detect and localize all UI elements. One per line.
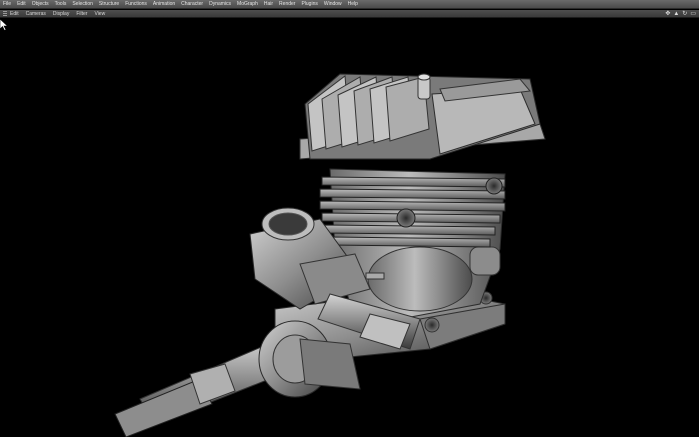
menu-plugins[interactable]: Plugins <box>301 0 317 9</box>
viewport-menubar: Edit Cameras Display Filter View ✥ ▲ ↻ ▭ <box>0 10 699 18</box>
main-menubar: File Edit Objects Tools Selection Struct… <box>0 0 699 9</box>
viewport-nav-icons: ✥ ▲ ↻ ▭ <box>665 10 696 18</box>
viewport-menu-display[interactable]: Display <box>53 10 69 18</box>
menu-help[interactable]: Help <box>348 0 358 9</box>
mouse-cursor-icon <box>0 19 8 31</box>
menu-selection[interactable]: Selection <box>72 0 93 9</box>
menu-structure[interactable]: Structure <box>99 0 119 9</box>
menu-file[interactable]: File <box>3 0 11 9</box>
menu-character[interactable]: Character <box>181 0 203 9</box>
3d-viewport[interactable] <box>0 19 699 437</box>
maximize-view-icon[interactable]: ▭ <box>690 10 696 18</box>
cylinder-head <box>299 73 546 160</box>
viewport-menu-view[interactable]: View <box>94 10 105 18</box>
zoom-view-icon[interactable]: ▲ <box>673 10 679 18</box>
viewport-menu-edit[interactable]: Edit <box>10 10 19 18</box>
menu-edit[interactable]: Edit <box>17 0 26 9</box>
menu-render[interactable]: Render <box>279 0 295 9</box>
rotate-view-icon[interactable]: ↻ <box>682 10 687 18</box>
engine-model-render <box>114 73 546 437</box>
menu-functions[interactable]: Functions <box>125 0 147 9</box>
menu-objects[interactable]: Objects <box>32 0 49 9</box>
move-view-icon[interactable]: ✥ <box>665 10 670 18</box>
viewport-grip-handle[interactable] <box>3 10 7 17</box>
menu-animation[interactable]: Animation <box>153 0 175 9</box>
menu-hair[interactable]: Hair <box>264 0 273 9</box>
viewport-menu-cameras[interactable]: Cameras <box>26 10 46 18</box>
menu-dynamics[interactable]: Dynamics <box>209 0 231 9</box>
menu-tools[interactable]: Tools <box>55 0 67 9</box>
menu-mograph[interactable]: MoGraph <box>237 0 258 9</box>
viewport-menu-filter[interactable]: Filter <box>76 10 87 18</box>
menu-window[interactable]: Window <box>324 0 342 9</box>
